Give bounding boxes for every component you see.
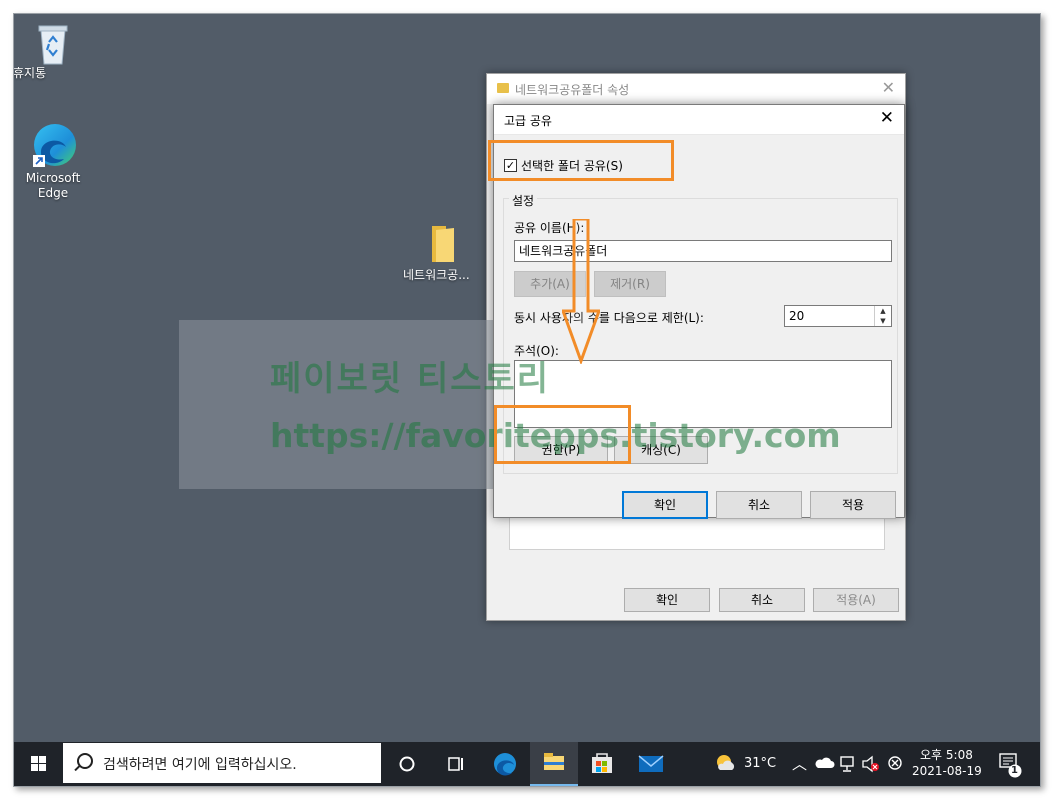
- close-icon[interactable]: ✕: [880, 108, 894, 128]
- weather-icon[interactable]: [710, 742, 740, 786]
- ok-button[interactable]: 확인: [624, 588, 710, 612]
- notification-center-icon[interactable]: [991, 742, 1031, 786]
- screenshot-frame: 휴지통 Microsoft Edge 네트워크공... 네트워크공유폴더 속성 …: [13, 13, 1041, 787]
- task-view-icon[interactable]: [431, 742, 479, 786]
- windows-start-icon[interactable]: [14, 742, 63, 786]
- search-placeholder: 검색하려면 여기에 입력하십시오.: [103, 757, 297, 773]
- cortana-icon[interactable]: [383, 742, 431, 786]
- cancel-button[interactable]: 취소: [716, 491, 802, 519]
- highlight-share-checkbox: [488, 140, 674, 181]
- remove-button[interactable]: 제거(R): [594, 271, 666, 297]
- cancel-button[interactable]: 취소: [719, 588, 805, 612]
- volume-muted-icon[interactable]: [860, 742, 882, 786]
- desktop-icon-label: 네트워크공...: [403, 268, 470, 282]
- desktop: 휴지통 Microsoft Edge 네트워크공... 네트워크공유폴더 속성 …: [14, 14, 1040, 742]
- folder-icon: [497, 83, 509, 93]
- mail-icon[interactable]: [626, 742, 674, 786]
- user-limit-label: 동시 사용자의 수를 다음으로 제한(L):: [514, 311, 704, 325]
- clock-time[interactable]: 오후 5:08: [920, 746, 973, 763]
- spin-buttons[interactable]: ▲ ▼: [874, 306, 891, 326]
- search-icon: [77, 753, 93, 769]
- onedrive-icon[interactable]: [814, 742, 836, 786]
- dialog-title: 고급 공유: [504, 114, 552, 128]
- settings-group-label: 설정: [509, 192, 538, 209]
- apply-button[interactable]: 적용(A): [813, 588, 899, 612]
- watermark-title: 페이보릿 티스토리: [270, 359, 551, 399]
- spin-up-icon[interactable]: ▲: [875, 306, 891, 316]
- taskbar-search-box[interactable]: 검색하려면 여기에 입력하십시오.: [63, 743, 381, 783]
- file-explorer-icon: [544, 753, 564, 770]
- chevron-up-icon[interactable]: ︿: [792, 753, 807, 774]
- weather-temp[interactable]: 31°C: [744, 756, 776, 771]
- title-bar: 고급 공유 ✕: [494, 105, 904, 135]
- close-icon[interactable]: ✕: [882, 78, 895, 97]
- network-icon[interactable]: [837, 742, 859, 786]
- desktop-icon-label: Microsoft Edge: [25, 171, 81, 200]
- apply-button[interactable]: 적용: [810, 491, 896, 519]
- desktop-icon-network-folder[interactable]: 네트워크공...: [403, 224, 483, 282]
- edge-taskbar-icon[interactable]: [481, 742, 529, 786]
- dialog-title: 네트워크공유폴더 속성: [515, 83, 630, 97]
- clock-date[interactable]: 2021-08-19: [912, 764, 982, 778]
- desktop-icon-label: 휴지통: [13, 66, 47, 80]
- file-explorer-taskbar-button[interactable]: [530, 742, 578, 786]
- recycle-bin-icon: [38, 25, 68, 65]
- highlight-permissions-button: [494, 405, 631, 464]
- close-circle-icon[interactable]: [884, 742, 906, 786]
- folder-icon: [432, 226, 454, 262]
- desktop-icon-edge[interactable]: Microsoft Edge: [14, 121, 93, 200]
- desktop-icon-recycle-bin[interactable]: 휴지통: [14, 22, 93, 80]
- store-icon[interactable]: [578, 742, 626, 786]
- user-limit-value: 20: [789, 309, 805, 323]
- ok-button[interactable]: 확인: [622, 491, 708, 519]
- taskbar: 검색하려면 여기에 입력하십시오. 31°C ︿ 오후 5:08 2021-08…: [14, 742, 1040, 786]
- edge-icon: [33, 124, 76, 167]
- notification-count-badge: 1: [1011, 765, 1018, 776]
- title-bar: 네트워크공유폴더 속성 ✕: [487, 74, 905, 104]
- spin-down-icon[interactable]: ▼: [875, 316, 891, 326]
- user-limit-stepper[interactable]: 20 ▲ ▼: [784, 305, 892, 327]
- arrow-down-icon: [562, 219, 600, 364]
